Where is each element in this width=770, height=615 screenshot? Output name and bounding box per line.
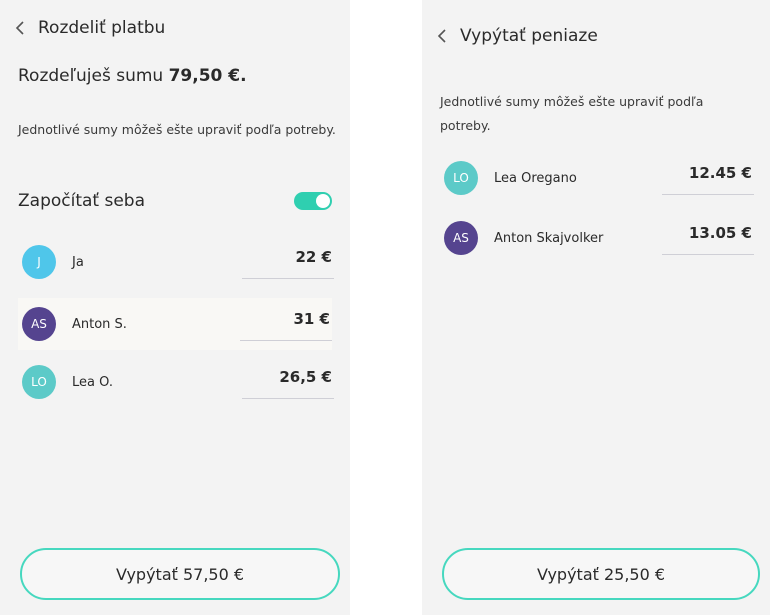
- include-self-row: Započítať seba: [18, 186, 334, 216]
- person-row: LO Lea Oregano 12.45 €: [440, 152, 754, 204]
- amount-value: 13.05 €: [688, 224, 752, 242]
- include-self-toggle[interactable]: [294, 192, 332, 210]
- amount-input[interactable]: 13.05 €: [662, 212, 754, 255]
- avatar: AS: [444, 221, 478, 255]
- avatar: LO: [444, 161, 478, 195]
- split-payment-screen: Rozdeliť platbu Rozdeľuješ sumu 79,50 €.…: [0, 0, 350, 615]
- avatar: LO: [22, 365, 56, 399]
- include-self-label: Započítať seba: [18, 191, 146, 211]
- back-chevron-icon[interactable]: [6, 14, 34, 42]
- header: Rozdeliť platbu: [0, 8, 350, 48]
- request-button[interactable]: Vypýtať 57,50 €: [20, 548, 340, 600]
- header: Vypýtať peniaze: [422, 16, 770, 56]
- split-amount-text: Rozdeľuješ sumu 79,50 €.: [18, 66, 247, 86]
- split-amount-value: 79,50 €.: [168, 66, 247, 86]
- amount-value: 26,5 €: [279, 368, 332, 386]
- page-title: Vypýtať peniaze: [460, 26, 598, 46]
- avatar: J: [22, 245, 56, 279]
- back-chevron-icon[interactable]: [428, 22, 456, 50]
- amount-input[interactable]: 26,5 €: [242, 356, 334, 399]
- person-row: LO Lea O. 26,5 €: [18, 356, 334, 408]
- amount-input[interactable]: 22 €: [242, 236, 334, 279]
- request-button[interactable]: Vypýtať 25,50 €: [442, 548, 760, 600]
- person-row: J Ja 22 €: [18, 236, 334, 288]
- edit-hint: Jednotlivé sumy môžeš ešte upraviť podľa…: [440, 94, 704, 133]
- split-amount-prefix: Rozdeľuješ sumu: [18, 66, 164, 86]
- person-row: AS Anton S. 31 €: [18, 298, 332, 350]
- amount-input[interactable]: 31 €: [240, 298, 332, 341]
- amount-input[interactable]: 12.45 €: [662, 152, 754, 195]
- person-row: AS Anton Skajvolker 13.05 €: [440, 212, 754, 264]
- toggle-knob: [316, 194, 330, 208]
- request-money-screen: Vypýtať peniaze Jednotlivé sumy môžeš eš…: [422, 0, 770, 615]
- edit-hint: Jednotlivé sumy môžeš ešte upraviť podľa…: [18, 122, 336, 137]
- amount-value: 22 €: [295, 248, 332, 266]
- page-title: Rozdeliť platbu: [38, 18, 166, 38]
- amount-value: 31 €: [293, 310, 330, 328]
- amount-value: 12.45 €: [688, 164, 752, 182]
- avatar: AS: [22, 307, 56, 341]
